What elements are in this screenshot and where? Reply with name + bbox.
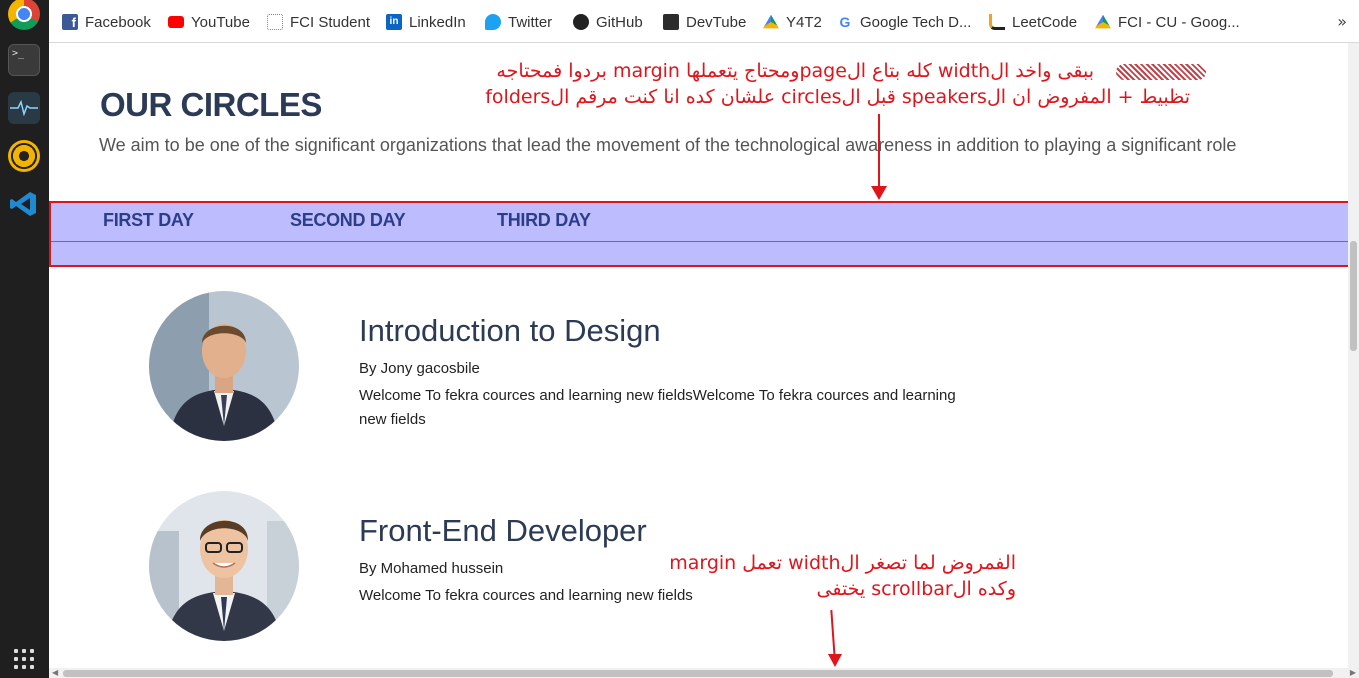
bookmark-devtube[interactable]: DevTube [663, 12, 746, 32]
arrow-head-icon [871, 186, 887, 200]
scroll-left-icon[interactable]: ◀ [52, 668, 58, 677]
leetcode-icon [989, 14, 1005, 30]
bookmark-label: LinkedIn [409, 13, 466, 31]
arrow-head-icon [828, 654, 842, 667]
speaker-title: Introduction to Design [359, 313, 661, 348]
tab-third-day[interactable]: THIRD DAY [497, 210, 591, 231]
scroll-right-icon[interactable]: ▶ [1350, 668, 1356, 677]
bookmark-label: DevTube [686, 13, 747, 31]
drive-icon [763, 14, 779, 29]
drive-icon [1095, 14, 1111, 29]
day-tabs-bar: FIRST DAY SECOND DAY THIRD DAY [49, 201, 1348, 267]
chrome-icon[interactable] [8, 0, 40, 30]
tab-divider [51, 241, 1348, 242]
bookmark-label: FCI - CU - Goog... [1118, 13, 1240, 31]
tab-first-day[interactable]: FIRST DAY [103, 210, 194, 231]
bookmark-label: Twitter [508, 13, 553, 31]
annotation-note: ببقى واخد الwidth كله بتاع الpageومحتاج … [496, 60, 1094, 82]
vertical-scrollbar[interactable] [1348, 43, 1359, 668]
vscode-icon[interactable] [8, 188, 40, 220]
bookmark-google-tech[interactable]: G Google Tech D... [837, 12, 972, 32]
system-monitor-icon[interactable] [8, 92, 40, 124]
speaker-name: By Mohamed hussein [359, 560, 504, 577]
bookmark-label: Facebook [85, 13, 151, 31]
youtube-icon [168, 16, 184, 28]
bookmark-y4t2[interactable]: Y4T2 [763, 12, 822, 32]
google-icon: G [839, 14, 851, 30]
bookmark-youtube[interactable]: YouTube [168, 12, 250, 32]
more-bookmarks-button[interactable]: » [1337, 12, 1347, 31]
scribble-mark [1116, 64, 1206, 80]
bookmark-twitter[interactable]: Twitter [485, 12, 552, 32]
bookmark-label: LeetCode [1012, 13, 1078, 31]
tab-second-day[interactable]: SECOND DAY [290, 210, 406, 231]
bookmark-label: FCI Student [290, 13, 371, 31]
annotation-note: تظبيط + المفروض ان الspeakers قبل الcirc… [485, 86, 1190, 108]
bookmark-label: Google Tech D... [860, 13, 972, 31]
linkedin-icon: in [386, 14, 402, 30]
twitter-icon [485, 14, 501, 30]
bookmark-fci-cu-drive[interactable]: FCI - CU - Goog... [1095, 12, 1240, 32]
rhythmbox-icon[interactable] [8, 140, 40, 172]
ubuntu-dock: >_ [0, 0, 49, 678]
speaker-title: Front-End Developer [359, 513, 647, 548]
speaker-name: By Jony gacosbile [359, 360, 480, 377]
speaker-card: Introduction to Design By Jony gacosbile… [149, 291, 1049, 451]
fci-icon [267, 14, 283, 30]
speaker-description: Welcome To fekra cources and learning ne… [359, 387, 956, 428]
horizontal-scrollbar-thumb[interactable] [63, 670, 1333, 677]
annotation-note: وكده الscrollbar يختفى [816, 578, 1017, 600]
facebook-icon: f [62, 14, 78, 30]
page-content: OUR CIRCLES We aim to be one of the sign… [49, 43, 1348, 668]
page-title: OUR CIRCLES [100, 86, 322, 123]
bookmarks-bar: f Facebook YouTube FCI Student in Linked… [49, 0, 1359, 43]
bookmark-label: YouTube [191, 13, 250, 31]
vertical-scrollbar-thumb[interactable] [1350, 241, 1357, 351]
bookmark-label: GitHub [596, 13, 643, 31]
horizontal-scrollbar[interactable]: ◀ ▶ [49, 668, 1359, 678]
bookmark-fci-student[interactable]: FCI Student [267, 12, 370, 32]
devtube-icon [663, 14, 679, 30]
terminal-icon[interactable]: >_ [8, 44, 40, 76]
github-icon [573, 14, 589, 30]
annotation-arrow [878, 114, 880, 194]
bookmark-github[interactable]: GitHub [573, 12, 643, 32]
bookmark-leetcode[interactable]: LeetCode [989, 12, 1077, 32]
bookmark-facebook[interactable]: f Facebook [62, 12, 151, 32]
annotation-note: الفمروض لما تصغر الwidth تعمل margin [669, 552, 1016, 574]
avatar [149, 491, 299, 641]
avatar [149, 291, 299, 441]
bookmark-label: Y4T2 [786, 13, 822, 31]
page-description: We aim to be one of the significant orga… [99, 135, 1237, 155]
show-applications-icon[interactable] [8, 643, 40, 675]
bookmark-linkedin[interactable]: in LinkedIn [386, 12, 466, 32]
